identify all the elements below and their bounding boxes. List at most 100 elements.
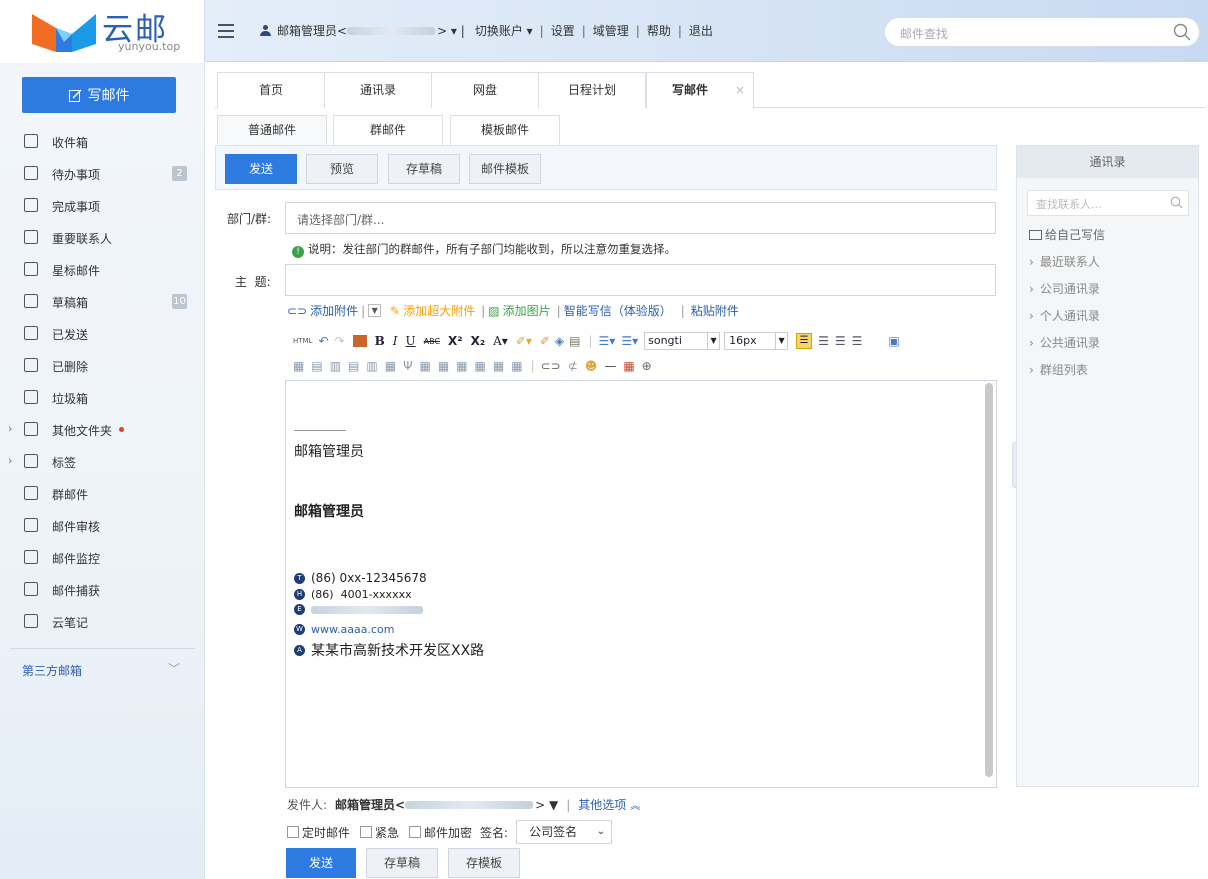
tab-normal-mail[interactable]: 普通邮件 bbox=[217, 115, 327, 145]
align-right-icon[interactable]: ☰ bbox=[835, 334, 846, 348]
website-link[interactable]: www.aaaa.com bbox=[311, 623, 394, 636]
delete-row-icon[interactable]: ▤ bbox=[348, 359, 359, 373]
bottom-save-template-button[interactable]: 存模板 bbox=[448, 848, 520, 878]
sidebar-item-7[interactable]: 已发送 bbox=[0, 318, 205, 350]
font-family-select[interactable]: songti bbox=[644, 332, 709, 350]
sidebar-item-8[interactable]: 已删除 bbox=[0, 350, 205, 382]
split-cells-icon[interactable]: Ψ bbox=[403, 359, 412, 373]
tab-home[interactable]: 首页 bbox=[217, 72, 325, 108]
font-family-dropdown[interactable]: ▼ bbox=[708, 332, 721, 350]
font-size-dropdown[interactable]: ▼ bbox=[776, 332, 789, 350]
subject-input[interactable] bbox=[285, 264, 996, 296]
settings-link[interactable]: 设置 bbox=[551, 22, 575, 39]
table-delete-icon[interactable]: ▦ bbox=[493, 359, 504, 373]
clear-format-icon[interactable]: ◈ bbox=[555, 334, 564, 348]
cell-props-icon[interactable]: ▦ bbox=[420, 359, 431, 373]
chevron-right-icon[interactable]: › bbox=[8, 454, 12, 467]
preview-button[interactable]: 预览 bbox=[306, 154, 378, 184]
editor-scrollbar[interactable] bbox=[985, 383, 993, 777]
attachment-dropdown-icon[interactable]: ▼ bbox=[368, 304, 382, 317]
table-props-icon[interactable]: ▦ bbox=[438, 359, 449, 373]
fullscreen-icon[interactable]: ▣ bbox=[888, 334, 899, 348]
table-more-icon[interactable]: ▦ bbox=[511, 359, 522, 373]
sidebar-item-2[interactable]: 待办事项 2 bbox=[0, 158, 205, 190]
sidebar-item-13[interactable]: 邮件审核 bbox=[0, 510, 205, 542]
format-brush-icon[interactable] bbox=[352, 335, 367, 347]
sidebar-item-16[interactable]: 云笔记 bbox=[0, 606, 205, 638]
tab-schedule[interactable]: 日程计划 bbox=[538, 72, 646, 108]
smart-write-link[interactable]: 智能写信（体验版） bbox=[564, 302, 672, 319]
bottom-save-draft-button[interactable]: 存草稿 bbox=[366, 848, 438, 878]
strikethrough-icon[interactable]: ABC bbox=[424, 337, 440, 346]
html-icon[interactable]: HTML bbox=[293, 337, 312, 345]
table-border-icon[interactable]: ▦ bbox=[456, 359, 467, 373]
paste-icon[interactable]: ▤ bbox=[569, 334, 580, 348]
font-size-select[interactable]: 16px bbox=[724, 332, 777, 350]
third-party-mailbox[interactable]: 第三方邮箱 ﹀ bbox=[22, 662, 180, 679]
delete-col-icon[interactable]: ▥ bbox=[366, 359, 377, 373]
contacts-group-5[interactable]: › 群组列表 bbox=[1029, 361, 1088, 378]
save-draft-button[interactable]: 存草稿 bbox=[388, 154, 460, 184]
compose-button[interactable]: 写邮件 bbox=[22, 77, 176, 113]
large-attachment-icon[interactable]: ✎ bbox=[390, 304, 400, 318]
menu-toggle-icon[interactable] bbox=[218, 24, 234, 38]
insert-col-icon[interactable]: ▥ bbox=[330, 359, 341, 373]
dept-field[interactable]: 请选择部门/群... bbox=[285, 202, 996, 234]
italic-icon[interactable]: I bbox=[393, 334, 398, 348]
sidebar-item-1[interactable]: 收件箱 bbox=[0, 126, 205, 158]
date-icon[interactable]: ▦ bbox=[623, 359, 634, 373]
superscript-icon[interactable]: X² bbox=[448, 334, 463, 348]
encrypt-checkbox[interactable] bbox=[409, 826, 422, 838]
underline-icon[interactable]: U bbox=[406, 334, 416, 348]
eraser-icon[interactable]: ✐ bbox=[540, 334, 550, 348]
sidebar-item-3[interactable]: 完成事项 bbox=[0, 190, 205, 222]
highlight-icon[interactable]: ✐▾ bbox=[516, 334, 532, 348]
insert-row-icon[interactable]: ▤ bbox=[311, 359, 322, 373]
sidebar-item-5[interactable]: 星标邮件 bbox=[0, 254, 205, 286]
align-left-icon[interactable]: ☰ bbox=[796, 333, 813, 349]
sidebar-item-12[interactable]: 群邮件 bbox=[0, 478, 205, 510]
add-attachment-link[interactable]: 添加附件 bbox=[310, 302, 358, 319]
help-link[interactable]: 帮助 bbox=[647, 22, 671, 39]
sidebar-item-11[interactable]: › 标签 bbox=[0, 446, 205, 478]
horizontal-rule-icon[interactable]: — bbox=[604, 359, 616, 373]
chevron-down-icon[interactable]: ﹀ bbox=[168, 660, 180, 677]
send-button[interactable]: 发送 bbox=[225, 154, 297, 184]
bottom-send-button[interactable]: 发送 bbox=[286, 848, 356, 878]
signature-select[interactable]: 公司签名 ⌄ bbox=[516, 820, 613, 844]
link-icon[interactable]: ⊂⊃ bbox=[541, 359, 561, 373]
mail-search[interactable]: 邮件查找 bbox=[884, 17, 1200, 47]
undo-icon[interactable]: ↶ bbox=[318, 334, 328, 348]
sidebar-item-14[interactable]: 邮件监控 bbox=[0, 542, 205, 574]
unlink-icon[interactable]: ⊄ bbox=[568, 359, 578, 373]
contacts-group-1[interactable]: › 最近联系人 bbox=[1029, 253, 1100, 270]
table-icon[interactable]: ▦ bbox=[293, 359, 304, 373]
tab-template-mail[interactable]: 模板邮件 bbox=[450, 115, 560, 145]
search-input[interactable]: 邮件查找 bbox=[900, 25, 948, 42]
paste-attachment-link[interactable]: 粘贴附件 bbox=[691, 302, 739, 319]
attachment-icon[interactable]: ⊂⊃ bbox=[287, 304, 307, 318]
tab-contacts[interactable]: 通讯录 bbox=[324, 72, 432, 108]
tab-drive[interactable]: 网盘 bbox=[431, 72, 539, 108]
add-image-link[interactable]: 添加图片 bbox=[503, 302, 551, 319]
chevron-right-icon[interactable]: › bbox=[8, 422, 12, 435]
sender-dropdown[interactable]: > ▼ bbox=[535, 798, 558, 812]
contacts-group-2[interactable]: › 公司通讯录 bbox=[1029, 280, 1100, 297]
write-to-self-link[interactable]: 给自己写信 bbox=[1029, 226, 1105, 243]
tab-compose[interactable]: 写邮件 × bbox=[646, 72, 754, 109]
scheduled-checkbox[interactable] bbox=[287, 826, 299, 838]
other-options-link[interactable]: 其他选项 bbox=[578, 796, 626, 813]
logout-link[interactable]: 退出 bbox=[689, 22, 713, 39]
align-justify-icon[interactable]: ☰ bbox=[852, 334, 863, 348]
search-icon[interactable] bbox=[1170, 196, 1183, 209]
sidebar-item-9[interactable]: 垃圾箱 bbox=[0, 382, 205, 414]
template-button[interactable]: 邮件模板 bbox=[469, 154, 541, 184]
ordered-list-icon[interactable]: ☰▾ bbox=[599, 334, 616, 348]
redo-icon[interactable]: ↷ bbox=[335, 334, 345, 348]
sidebar-item-4[interactable]: 重要联系人 bbox=[0, 222, 205, 254]
emoji-icon[interactable]: ☻ bbox=[585, 359, 598, 373]
switch-account-link[interactable]: 切换账户 ▾ bbox=[475, 22, 533, 39]
sidebar-item-6[interactable]: 草稿箱 10 bbox=[0, 286, 205, 318]
unordered-list-icon[interactable]: ☰▾ bbox=[621, 334, 638, 348]
contacts-group-3[interactable]: › 个人通讯录 bbox=[1029, 307, 1100, 324]
